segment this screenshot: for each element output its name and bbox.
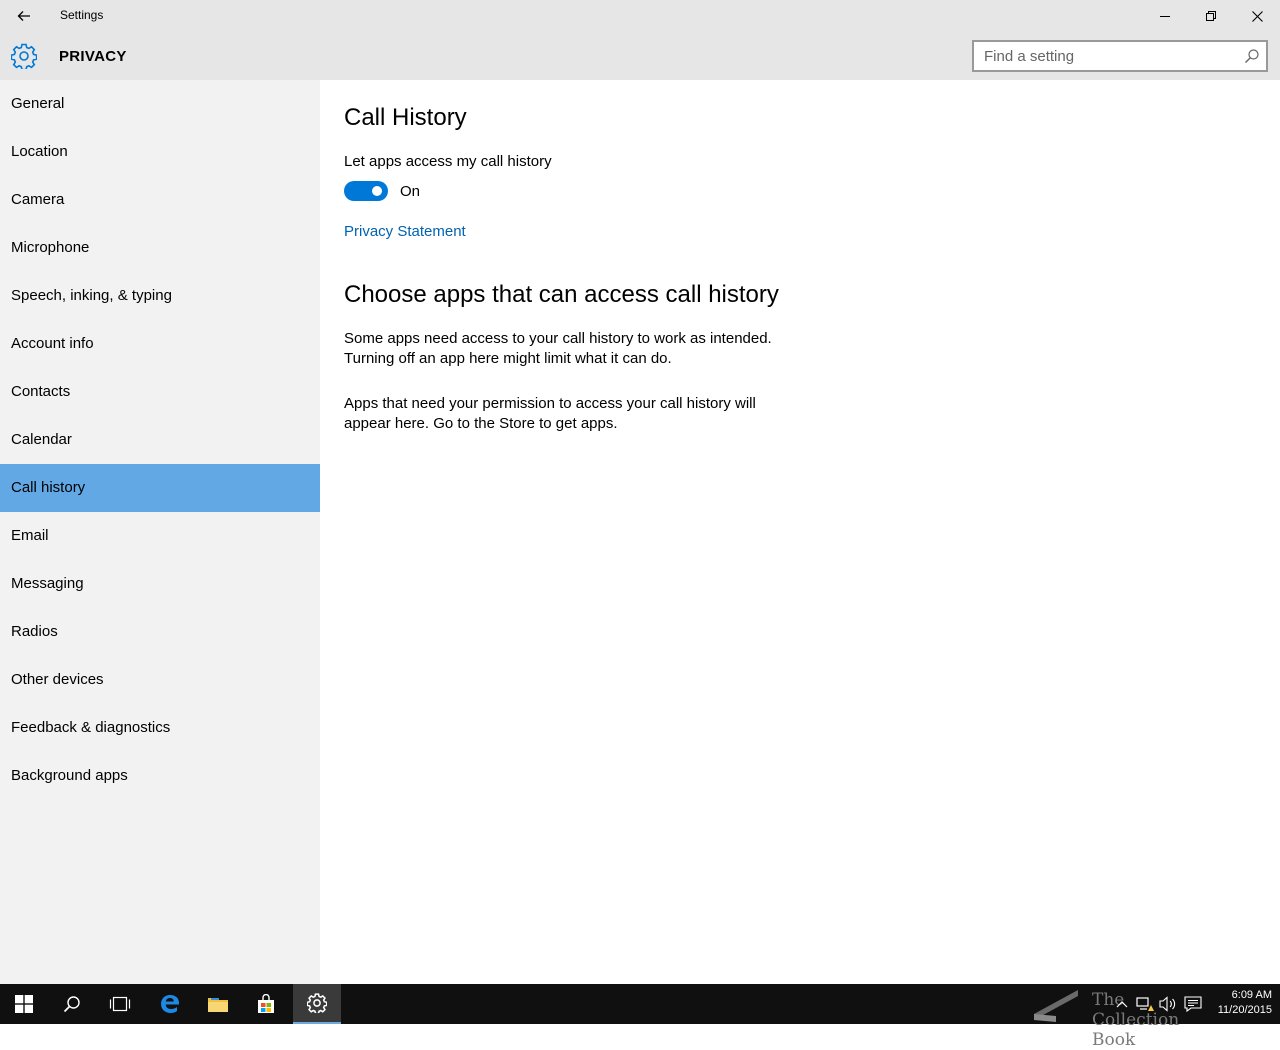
sidebar-item-account-info[interactable]: Account info — [0, 320, 320, 368]
clock-time: 6:09 AM — [1231, 989, 1272, 1001]
search-icon[interactable] — [1244, 48, 1260, 64]
page-title: Call History — [344, 104, 467, 131]
sidebar-item-location[interactable]: Location — [0, 128, 320, 176]
task-view-button[interactable] — [96, 984, 144, 1024]
gear-icon — [11, 43, 37, 69]
network-tray-button[interactable] — [1135, 994, 1155, 1014]
gear-icon — [307, 993, 327, 1013]
sidebar-item-other-devices[interactable]: Other devices — [0, 656, 320, 704]
sidebar-item-microphone[interactable]: Microphone — [0, 224, 320, 272]
settings-header: PRIVACY — [0, 32, 1280, 80]
show-hidden-icons-button[interactable] — [1112, 994, 1132, 1014]
sidebar-item-speech[interactable]: Speech, inking, & typing — [0, 272, 320, 320]
clock[interactable]: 6:09 AM 11/20/2015 — [1208, 988, 1272, 1018]
clock-date: 11/20/2015 — [1217, 1004, 1272, 1016]
section-title: PRIVACY — [59, 48, 127, 65]
main-content: Call History Let apps access my call his… — [320, 80, 1280, 984]
minimize-button[interactable] — [1142, 0, 1188, 32]
search-input[interactable] — [974, 42, 1234, 70]
title-bar: Settings — [0, 0, 1280, 32]
description-text: Some apps need access to your call histo… — [344, 330, 772, 367]
call-history-toggle[interactable] — [344, 181, 388, 201]
section-heading: Choose apps that can access call history — [344, 281, 779, 308]
chevron-up-icon — [1116, 1001, 1128, 1008]
back-button[interactable] — [0, 0, 48, 32]
volume-tray-button[interactable] — [1158, 994, 1178, 1014]
apps-info-text: Apps that need your permission to access… — [344, 395, 756, 432]
file-explorer-button[interactable] — [194, 984, 242, 1024]
minimize-icon — [1160, 16, 1170, 17]
restore-button[interactable] — [1188, 0, 1234, 32]
store-button[interactable] — [242, 984, 290, 1024]
sidebar-item-background-apps[interactable]: Background apps — [0, 752, 320, 800]
sidebar-item-contacts[interactable]: Contacts — [0, 368, 320, 416]
notification-icon — [1184, 996, 1202, 1012]
back-arrow-icon — [17, 11, 30, 21]
close-icon — [1251, 10, 1263, 22]
sidebar: General Location Camera Microphone Speec… — [0, 80, 320, 984]
sidebar-item-messaging[interactable]: Messaging — [0, 560, 320, 608]
restore-icon — [1206, 11, 1216, 21]
windows-logo-icon — [15, 995, 33, 1013]
task-view-icon — [109, 996, 131, 1012]
search-icon — [63, 996, 80, 1013]
speaker-icon — [1159, 996, 1176, 1012]
search-box[interactable] — [972, 40, 1268, 72]
taskbar-search-button[interactable] — [48, 984, 96, 1024]
sidebar-item-radios[interactable]: Radios — [0, 608, 320, 656]
toggle-label: Let apps access my call history — [344, 153, 552, 170]
edge-browser-button[interactable] — [146, 984, 194, 1024]
sidebar-item-email[interactable]: Email — [0, 512, 320, 560]
taskbar: The Collection Book 6:09 AM 11/20/2015 — [0, 984, 1280, 1050]
sidebar-item-calendar[interactable]: Calendar — [0, 416, 320, 464]
folder-icon — [208, 998, 228, 1012]
store-bag-icon — [258, 994, 274, 1013]
action-center-button[interactable] — [1183, 994, 1203, 1014]
settings-taskbar-button[interactable] — [293, 984, 341, 1024]
start-button[interactable] — [0, 984, 48, 1024]
sidebar-item-camera[interactable]: Camera — [0, 176, 320, 224]
sidebar-item-general[interactable]: General — [0, 80, 320, 128]
window-title: Settings — [60, 8, 104, 22]
book-icon — [1034, 990, 1078, 1022]
edge-icon — [161, 995, 179, 1013]
toggle-knob — [372, 186, 382, 196]
network-warning-icon — [1136, 997, 1154, 1011]
sidebar-item-feedback[interactable]: Feedback & diagnostics — [0, 704, 320, 752]
close-button[interactable] — [1234, 0, 1280, 32]
sidebar-item-call-history[interactable]: Call history — [0, 464, 320, 512]
privacy-statement-link[interactable]: Privacy Statement — [344, 223, 466, 240]
toggle-state-text: On — [400, 183, 421, 200]
